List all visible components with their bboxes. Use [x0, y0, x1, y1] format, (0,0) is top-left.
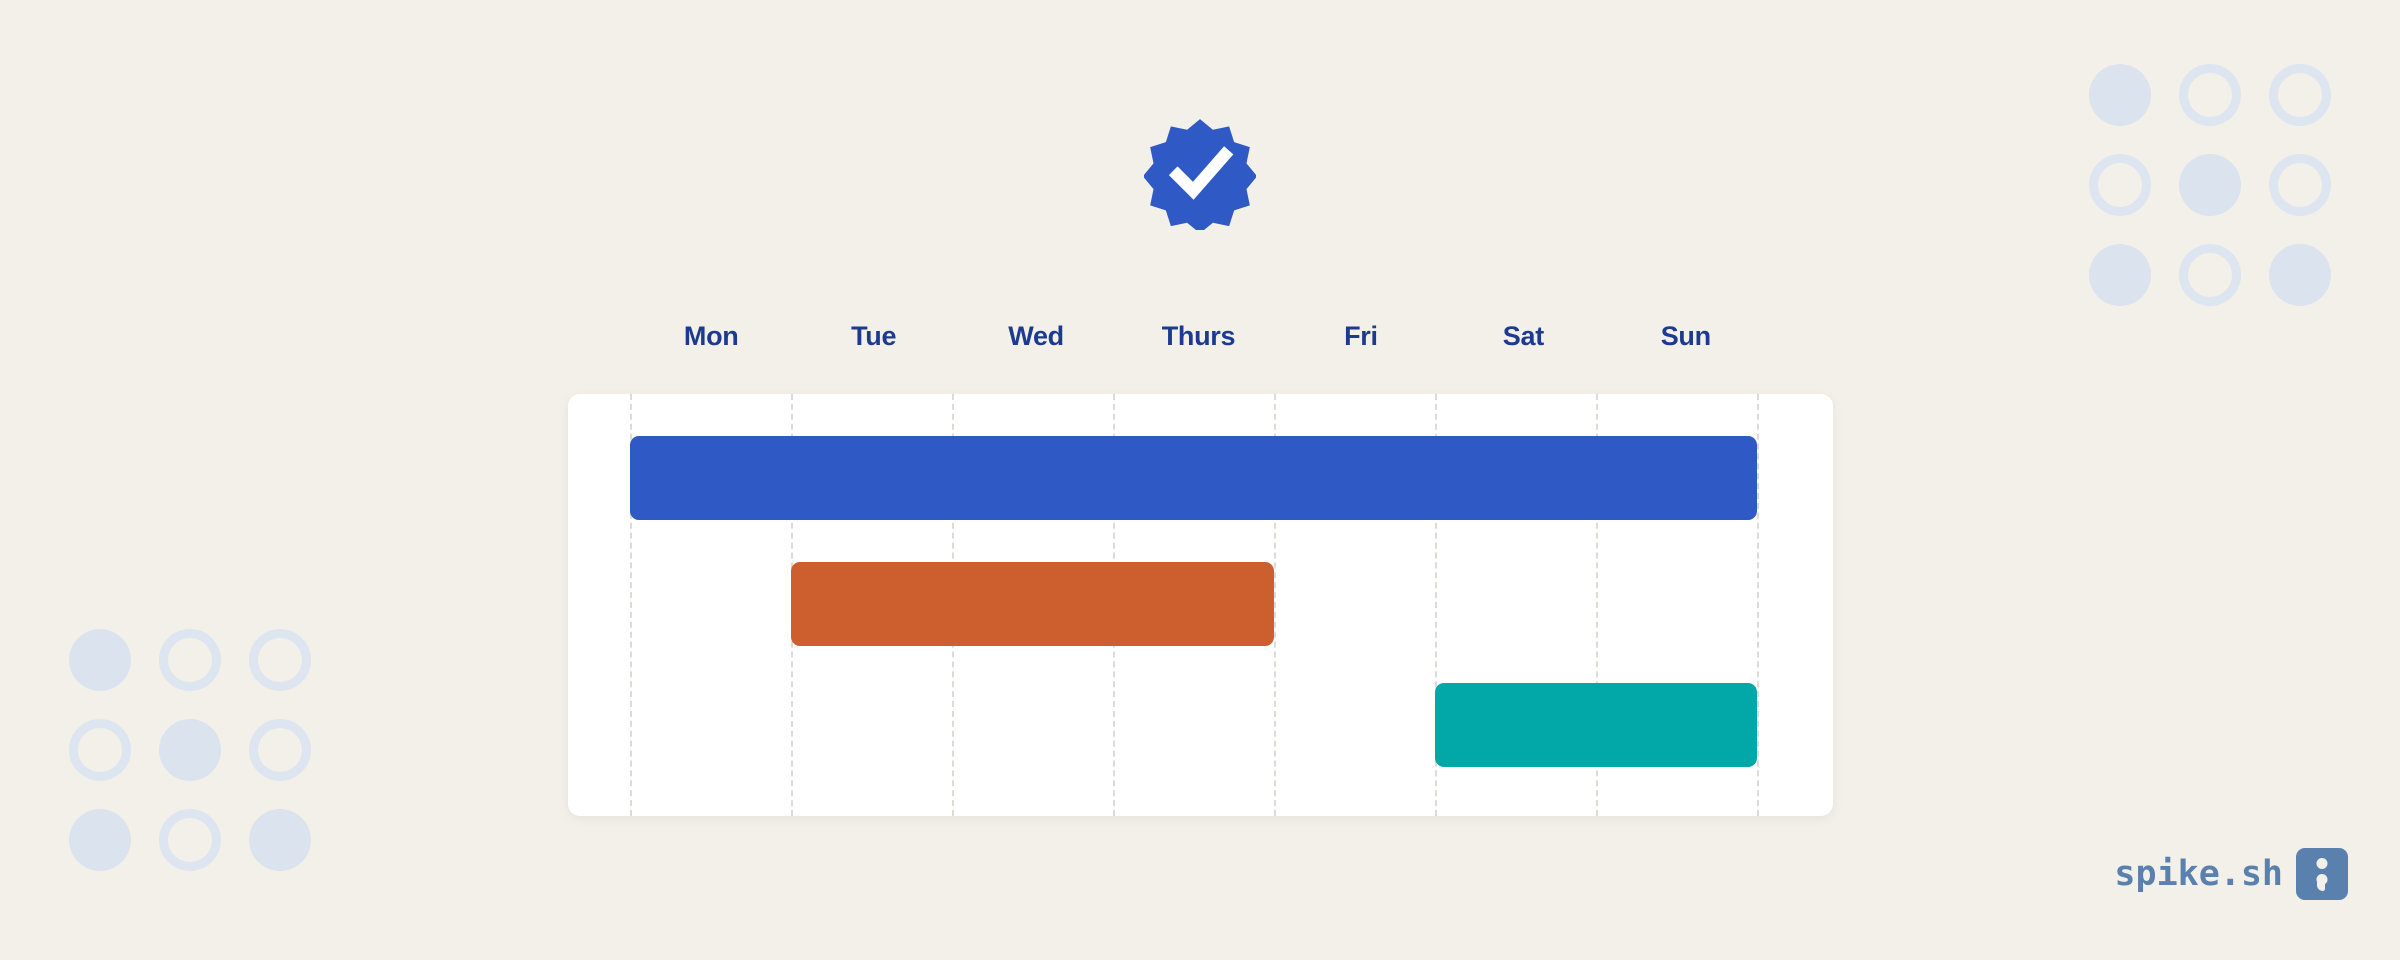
- semicolon-comma-tail: [2317, 880, 2325, 891]
- day-label-tue: Tue: [851, 321, 897, 351]
- filled-circle-icon: [2089, 244, 2151, 306]
- outline-circle-icon: [159, 809, 221, 871]
- dot-cell: [145, 705, 235, 795]
- dot-cell: [2075, 230, 2165, 320]
- dot-cell: [235, 615, 325, 705]
- semicolon-logo-mark-icon: [2296, 848, 2348, 900]
- day-label-fri: Fri: [1344, 321, 1378, 351]
- calendar-day-header-row: Mon Tue Wed Thurs Fri Sat Sun: [630, 316, 1767, 356]
- gantt-chart-panel: [568, 394, 1833, 816]
- semicolon-dot: [2316, 858, 2328, 869]
- day-label-sun: Sun: [1660, 321, 1711, 351]
- outline-circle-icon: [159, 629, 221, 691]
- decorative-dot-grid-bottom-left: [55, 615, 325, 885]
- gantt-bar-task-2[interactable]: [791, 562, 1274, 646]
- dot-cell: [2255, 230, 2345, 320]
- verified-check-badge-icon: [1144, 118, 1256, 230]
- outline-circle-icon: [249, 719, 311, 781]
- outline-circle-icon: [2269, 64, 2331, 126]
- filled-circle-icon: [69, 809, 131, 871]
- dot-cell: [55, 615, 145, 705]
- day-label-sat: Sat: [1502, 321, 1544, 351]
- filled-circle-icon: [69, 629, 131, 691]
- outline-circle-icon: [2089, 154, 2151, 216]
- dot-cell: [145, 795, 235, 885]
- decorative-dot-grid-top-right: [2075, 50, 2345, 320]
- dot-cell: [145, 615, 235, 705]
- dot-cell: [2165, 230, 2255, 320]
- outline-circle-icon: [2179, 64, 2241, 126]
- filled-circle-icon: [2269, 244, 2331, 306]
- dot-cell: [235, 795, 325, 885]
- outline-circle-icon: [2269, 154, 2331, 216]
- filled-circle-icon: [2179, 154, 2241, 216]
- dot-cell: [55, 705, 145, 795]
- day-label-mon: Mon: [683, 321, 739, 351]
- logo-wordmark: spike.sh: [2114, 853, 2283, 894]
- filled-circle-icon: [159, 719, 221, 781]
- gantt-bars-container: [568, 394, 1833, 816]
- filled-circle-icon: [249, 809, 311, 871]
- dot-cell: [2075, 50, 2165, 140]
- gantt-bar-task-3[interactable]: [1435, 683, 1757, 767]
- dot-cell: [2255, 50, 2345, 140]
- dot-cell: [55, 795, 145, 885]
- outline-circle-icon: [69, 719, 131, 781]
- dot-cell: [235, 705, 325, 795]
- outline-circle-icon: [249, 629, 311, 691]
- filled-circle-icon: [2089, 64, 2151, 126]
- dot-cell: [2255, 140, 2345, 230]
- dot-cell: [2075, 140, 2165, 230]
- day-label-thurs: Thurs: [1161, 321, 1236, 351]
- spike-sh-logo: spike.sh: [2114, 848, 2348, 900]
- outline-circle-icon: [2179, 244, 2241, 306]
- dot-cell: [2165, 140, 2255, 230]
- gantt-bar-task-1[interactable]: [630, 436, 1757, 520]
- day-label-wed: Wed: [1008, 321, 1064, 351]
- dot-cell: [2165, 50, 2255, 140]
